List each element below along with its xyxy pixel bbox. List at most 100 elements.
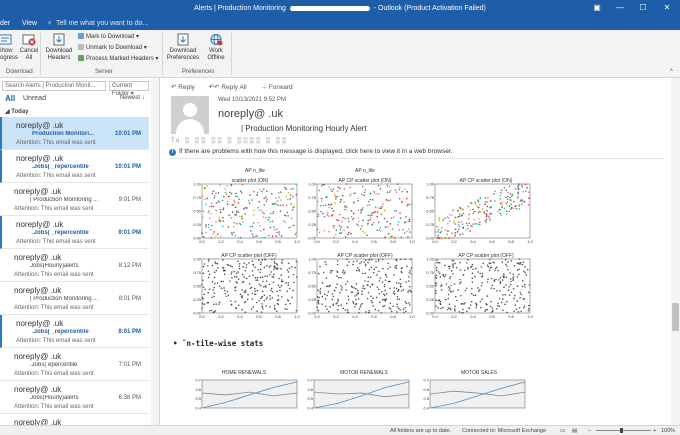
scatter-point xyxy=(523,283,526,286)
x-tick-label: 1.0 xyxy=(527,314,533,319)
scatter-point xyxy=(271,297,274,299)
scatter-point xyxy=(334,234,337,236)
scatter-point xyxy=(408,302,410,304)
x-tick-label: 0.2 xyxy=(218,239,224,244)
scatter-point xyxy=(448,220,451,222)
list-item[interactable]: noreply@ .uk .Jobs( _repercentile 9:01 P… xyxy=(0,216,149,249)
scatter-point xyxy=(361,207,364,209)
info-bar[interactable]: i If there are problems with how this mes… xyxy=(169,148,452,156)
scatter-point xyxy=(348,260,350,263)
collapse-ribbon-icon[interactable]: ^ xyxy=(670,68,673,76)
reading-pane-scrollbar[interactable] xyxy=(671,78,680,425)
x-tick-label: 0.6 xyxy=(371,239,377,244)
scatter-point xyxy=(241,289,244,291)
scatter-point xyxy=(271,235,274,238)
scatter-point xyxy=(261,259,264,261)
x-tick-label: 0.6 xyxy=(256,239,262,244)
scatter-point xyxy=(241,215,243,218)
status-folders: All folders are up to date. xyxy=(390,428,452,434)
forward-button[interactable]: → Forward xyxy=(261,84,299,91)
scatter-point xyxy=(253,209,255,212)
list-item[interactable]: noreply@ .uk .Jobs( _repercentile 8:01 P… xyxy=(0,315,149,348)
close-icon[interactable]: ✕ xyxy=(662,3,672,13)
scatter-point xyxy=(340,304,343,306)
scatter-point xyxy=(484,220,486,223)
sort-newest[interactable]: Newest ↓ xyxy=(120,95,145,101)
scatter-point xyxy=(464,289,467,292)
scatter-point xyxy=(202,279,204,281)
scatter-point xyxy=(505,276,508,278)
zoom-slider[interactable] xyxy=(596,430,651,431)
scatter-point xyxy=(470,300,473,303)
scatter-point xyxy=(402,228,404,231)
scatter-point xyxy=(358,311,360,314)
minimize-icon[interactable]: — xyxy=(615,3,625,13)
scatter-point xyxy=(273,226,275,228)
tell-me-search[interactable]: Tell me what you want to do... xyxy=(56,19,148,29)
restore-ribbon-icon[interactable]: ▣ xyxy=(592,3,602,13)
list-item[interactable]: noreply@ .uk | Production Monitoring ...… xyxy=(0,282,149,315)
unmark-to-download-button[interactable]: Unmark to Download ▾ xyxy=(78,44,147,52)
y-tick-label: 0.75 xyxy=(193,270,202,275)
group-header-today[interactable]: ◢ Today xyxy=(5,108,29,115)
scatter-point xyxy=(361,185,364,188)
scatter-point xyxy=(256,310,258,312)
scatter-point xyxy=(379,207,382,210)
list-item[interactable]: noreply@ .uk Jobs(Hourly)alerts 8:12 PM … xyxy=(0,249,149,282)
search-input[interactable]: Search Alerts | Production Monit... xyxy=(2,81,106,91)
scatter-point xyxy=(236,223,238,225)
reading-pane-scrollbar-thumb[interactable] xyxy=(672,303,679,331)
scatter-point xyxy=(435,289,437,292)
scatter-point xyxy=(402,289,405,291)
scatter-point xyxy=(499,194,502,197)
list-item[interactable]: noreply@ .uk Jobs(Hourly)alerts 6:38 PM … xyxy=(0,381,149,414)
scatter-point xyxy=(454,295,457,298)
tab-view[interactable]: View xyxy=(22,19,37,29)
scatter-point xyxy=(512,273,514,276)
scatter-point xyxy=(258,209,261,212)
download-headers-button[interactable]: Download Headers xyxy=(44,33,74,62)
mark-to-download-button[interactable]: Mark to Download ▾ xyxy=(78,33,139,41)
work-offline-button[interactable]: Work Offline xyxy=(204,33,228,62)
download-preferences-button[interactable]: Download Preferences xyxy=(164,33,202,62)
scatter-point xyxy=(500,189,503,192)
scatter-point xyxy=(510,280,512,283)
cancel-all-button[interactable]: Cancel All xyxy=(18,33,40,62)
list-item[interactable]: noreply@ .uk Production Monitori... 10:0… xyxy=(0,117,149,150)
list-item[interactable]: noreply@ .uk .Jobs( epercentile 7:01 PM … xyxy=(0,348,149,381)
show-progress-button[interactable]: Show Progress xyxy=(0,33,18,62)
filter-unread[interactable]: Unread xyxy=(23,95,46,102)
list-item[interactable]: noreply@ .uk | Production Monitoring ...… xyxy=(0,183,149,216)
normal-view-icon[interactable]: ▭ xyxy=(560,427,565,435)
scatter-point xyxy=(406,265,408,268)
search-scope-dropdown[interactable]: Current Folder ▾ xyxy=(109,81,149,97)
y-tick-label: 0.75 xyxy=(193,195,202,200)
reply-button[interactable]: ↶ Reply xyxy=(171,84,201,91)
scatter-point xyxy=(390,310,393,313)
tab-folder[interactable]: der xyxy=(0,19,10,29)
list-item[interactable]: noreply@ .uk .Jobs( _repercentile 10:01 … xyxy=(0,150,149,183)
zoom-out-icon[interactable]: − xyxy=(588,427,591,435)
scatter-point xyxy=(205,225,207,228)
maximize-icon[interactable]: ☐ xyxy=(638,3,648,13)
scatter-point xyxy=(519,291,522,294)
scatter-point xyxy=(437,299,440,302)
scatter-point xyxy=(336,219,338,221)
scatter-point xyxy=(337,298,340,301)
zoom-slider-thumb[interactable] xyxy=(620,428,623,433)
scatter-point xyxy=(395,259,397,261)
scatter-point xyxy=(363,261,365,264)
filter-all[interactable]: All xyxy=(5,94,15,103)
scatter-point xyxy=(340,198,343,201)
scatter-point xyxy=(208,273,211,276)
message-list-scrollbar[interactable] xyxy=(151,78,159,425)
list-item[interactable]: noreply@ .uk xyxy=(0,414,149,427)
message-sender[interactable]: noreply@ .uk xyxy=(218,108,283,120)
reply-all-button[interactable]: ↶↶ Reply All xyxy=(209,84,253,91)
scatter-point xyxy=(408,220,411,223)
scatter-point xyxy=(222,280,224,283)
scatter-point xyxy=(357,217,360,219)
reading-view-icon[interactable]: ▤ xyxy=(572,427,577,435)
zoom-in-icon[interactable]: + xyxy=(653,427,656,435)
process-marked-headers-button[interactable]: Process Marked Headers ▾ xyxy=(78,55,158,63)
